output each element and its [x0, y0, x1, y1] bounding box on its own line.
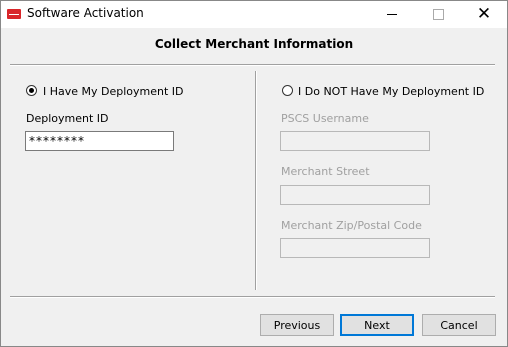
minimize-icon: [387, 14, 397, 15]
panel-divider: [255, 71, 257, 290]
minimize-button[interactable]: [369, 1, 415, 28]
title-bar: Software Activation ✕: [1, 1, 507, 28]
maximize-icon: [432, 9, 444, 20]
maximize-button: [415, 1, 461, 28]
no-deployment-id-label[interactable]: I Do NOT Have My Deployment ID: [298, 85, 484, 98]
software-activation-window: Software Activation ✕ Collect Merchant I…: [0, 0, 508, 347]
page-title: Collect Merchant Information: [154, 37, 354, 51]
pscs-username-label: PSCS Username: [281, 112, 369, 125]
next-button[interactable]: Next: [340, 314, 414, 336]
header-divider: [10, 64, 495, 66]
window-title: Software Activation: [27, 6, 144, 20]
footer-divider: [10, 296, 495, 298]
have-deployment-id-radio[interactable]: [26, 85, 37, 96]
have-deployment-id-label[interactable]: I Have My Deployment ID: [43, 85, 184, 98]
close-button[interactable]: ✕: [461, 1, 507, 28]
previous-button[interactable]: Previous: [260, 314, 334, 336]
pscs-username-input: [280, 131, 430, 151]
deployment-id-label: Deployment ID: [26, 112, 109, 125]
no-deployment-id-radio[interactable]: [282, 85, 293, 96]
close-icon: ✕: [476, 4, 492, 24]
merchant-street-input: [280, 185, 430, 205]
merchant-zip-label: Merchant Zip/Postal Code: [281, 219, 422, 232]
cancel-button[interactable]: Cancel: [422, 314, 496, 336]
deployment-id-input[interactable]: ********: [25, 131, 174, 151]
app-card-icon: [7, 9, 21, 19]
merchant-street-label: Merchant Street: [281, 165, 370, 178]
merchant-zip-input: [280, 238, 430, 258]
